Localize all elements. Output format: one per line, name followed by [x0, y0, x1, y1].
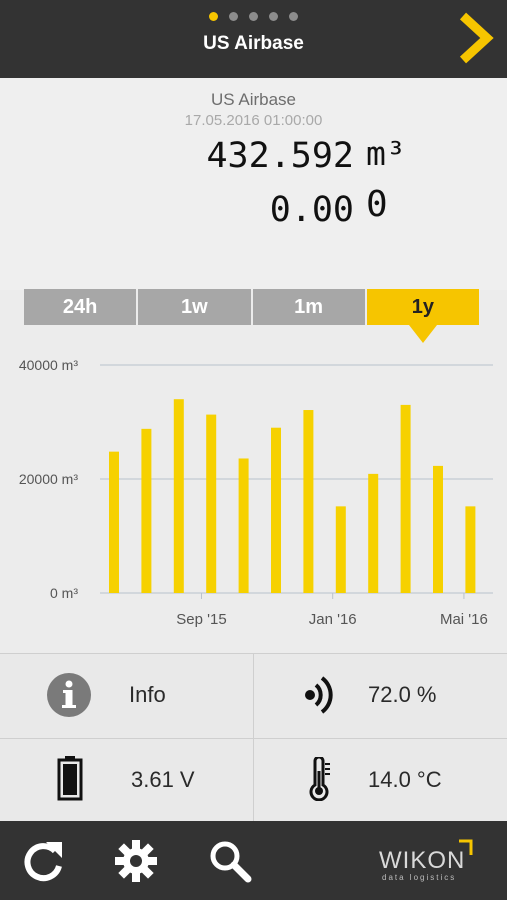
battery-cell: 3.61 V: [0, 739, 253, 823]
refresh-icon[interactable]: [22, 839, 66, 883]
tab-1w[interactable]: 1w: [138, 289, 251, 325]
logo-subtext: data logistics: [382, 873, 457, 882]
tab-1y[interactable]: 1y: [366, 289, 479, 325]
bottom-toolbar: WIKON data logistics: [0, 821, 507, 900]
thermometer-icon: [309, 757, 330, 801]
chart-bar: [109, 451, 119, 593]
volume-value: 432.592: [206, 136, 354, 176]
chart-bar: [141, 428, 152, 593]
gear-icon[interactable]: [114, 839, 158, 883]
signal-value: 72.0 %: [368, 682, 437, 707]
active-tab-pointer: [409, 325, 437, 343]
reading-panel: US Airbase 17.05.2016 01:00:00 432.592 m…: [0, 78, 507, 290]
range-tabs: 24h 1w 1m 1y: [24, 289, 479, 325]
chevron-right-icon[interactable]: [455, 12, 495, 64]
y-tick-label: 20000 m³: [19, 471, 78, 487]
volume-unit: m³: [366, 134, 406, 173]
page-dot: [229, 12, 238, 21]
info-label: Info: [129, 682, 166, 707]
chart-bar: [368, 473, 379, 593]
y-tick-label: 0 m³: [50, 585, 78, 601]
logo-mark: [459, 839, 473, 855]
signal-icon: [305, 676, 333, 714]
x-tick-label: Mai '16: [440, 611, 488, 628]
device-name: US Airbase: [210, 90, 297, 109]
chart-bar: [400, 404, 411, 593]
chart-bar: [238, 458, 249, 593]
battery-icon: [57, 756, 83, 801]
chart-bar: [271, 427, 281, 593]
app-header: US Airbase: [0, 0, 507, 78]
battery-value: 3.61 V: [131, 767, 195, 792]
chart-bar: [335, 506, 346, 593]
page-indicator: [0, 12, 507, 21]
reading-timestamp: 17.05.2016 01:00:00: [184, 112, 323, 129]
chart-bar: [173, 399, 184, 593]
signal-cell: 72.0 %: [254, 654, 507, 738]
tab-24h[interactable]: 24h: [24, 289, 137, 325]
page-dot: [269, 12, 278, 21]
temperature-value: 14.0 °C: [368, 767, 442, 792]
page-dot: [289, 12, 298, 21]
info-icon: [47, 673, 91, 717]
tab-1m[interactable]: 1m: [252, 289, 365, 325]
flow-value: 0.00: [269, 190, 354, 230]
page-dot: [249, 12, 258, 21]
chart-bar: [303, 410, 314, 593]
x-tick-label: Jan '16: [309, 611, 357, 628]
flow-unit: 0: [366, 184, 388, 225]
temperature-cell: 14.0 °C: [254, 739, 507, 823]
chart-bar: [206, 414, 217, 593]
info-cell[interactable]: Info: [0, 654, 253, 738]
chart-bar: [465, 506, 476, 593]
status-grid: Info 72.0 % 3.61 V 14.0 °C: [0, 653, 507, 823]
page-title: US Airbase: [203, 33, 304, 54]
y-tick-label: 40000 m³: [19, 357, 78, 373]
logo-text: WIKON: [379, 847, 466, 874]
consumption-chart: 0 m³ 20000 m³ 40000 m³ Sep '15 Jan '16 Mai '1…: [0, 325, 507, 653]
bar-chart: 0 m³ 20000 m³ 40000 m³ Sep '15 Jan '16 Mai '1…: [19, 357, 493, 628]
wikon-logo: WIKON data logistics: [379, 839, 479, 883]
x-tick-label: Sep '15: [176, 611, 226, 628]
search-icon[interactable]: [208, 839, 252, 883]
page-dot: [209, 12, 218, 21]
chart-bar: [433, 465, 443, 593]
